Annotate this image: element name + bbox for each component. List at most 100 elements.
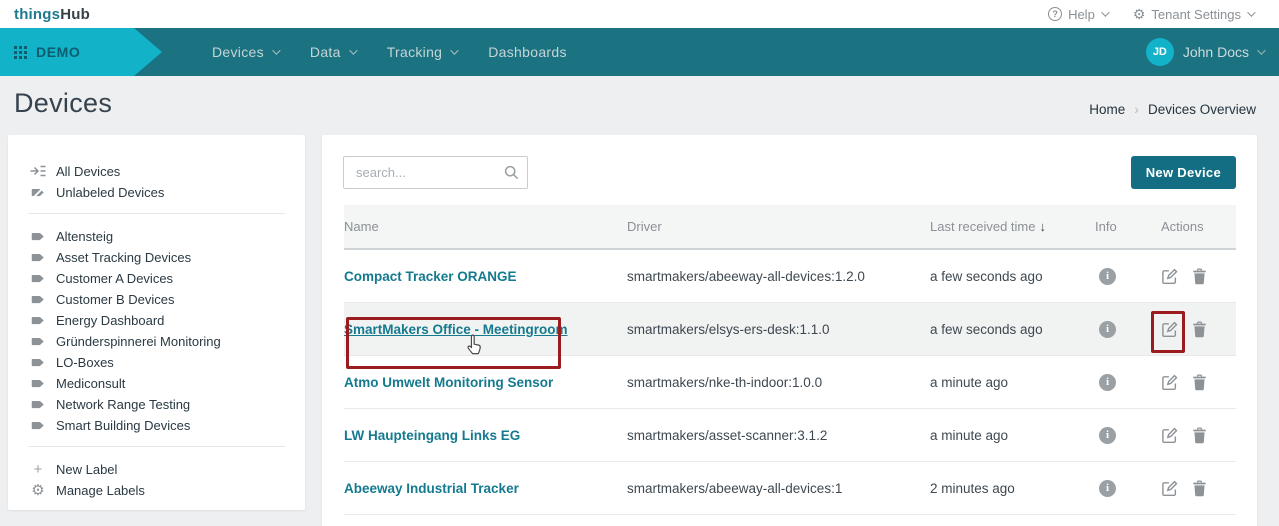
sidebar-label-item[interactable]: Smart Building Devices — [30, 415, 285, 435]
device-driver: smartmakers/elsys-ers-desk:1.1.0 — [627, 322, 930, 337]
logo-hub: Hub — [60, 6, 90, 23]
tag-icon — [30, 376, 46, 391]
sidebar-label-item[interactable]: Energy Dashboard — [30, 310, 285, 330]
edit-icon[interactable] — [1161, 268, 1178, 285]
info-icon[interactable]: i — [1099, 321, 1116, 338]
device-last-received: a few seconds ago — [930, 269, 1095, 284]
devices-panel: New Device Name Driver Last received tim… — [322, 135, 1257, 526]
col-header-driver[interactable]: Driver — [627, 219, 930, 234]
label-name: Asset Tracking Devices — [56, 250, 191, 265]
nav-tracking-label: Tracking — [387, 44, 443, 60]
help-menu[interactable]: ? Help — [1048, 7, 1107, 22]
sidebar-label-item[interactable]: Network Range Testing — [30, 394, 285, 414]
delete-icon[interactable] — [1192, 321, 1207, 338]
sidebar-label-item[interactable]: Altensteig — [30, 226, 285, 246]
delete-icon[interactable] — [1192, 480, 1207, 497]
info-icon[interactable]: i — [1099, 374, 1116, 391]
tag-icon — [30, 355, 46, 370]
sidebar-label-item[interactable]: LO-Boxes — [30, 352, 285, 372]
devices-table: Name Driver Last received time↓ Info Act… — [344, 205, 1236, 515]
manage-labels-button[interactable]: ⚙ Manage Labels — [30, 480, 285, 500]
device-name-link[interactable]: Abeeway Industrial Tracker — [344, 481, 519, 496]
label-name: Customer B Devices — [56, 292, 174, 307]
chevron-down-icon — [450, 46, 458, 54]
grid-icon — [14, 46, 27, 59]
edit-icon[interactable] — [1161, 480, 1178, 497]
sidebar-divider — [28, 213, 285, 214]
sidebar-label-item[interactable]: Gründerspinnerei Monitoring — [30, 331, 285, 351]
sidebar-divider — [28, 446, 285, 447]
info-icon[interactable]: i — [1099, 480, 1116, 497]
chevron-down-icon — [349, 46, 357, 54]
info-icon[interactable]: i — [1099, 268, 1116, 285]
help-icon: ? — [1048, 7, 1062, 21]
breadcrumb-separator: › — [1134, 101, 1139, 117]
edit-icon[interactable] — [1161, 374, 1178, 391]
tenant-settings-menu[interactable]: ⚙ Tenant Settings — [1133, 7, 1253, 22]
tag-icon — [30, 229, 46, 244]
search-input[interactable] — [343, 156, 528, 189]
info-icon[interactable]: i — [1099, 427, 1116, 444]
plus-icon: + — [30, 462, 46, 477]
logo-things: things — [14, 6, 60, 23]
col-header-last-received[interactable]: Last received time↓ — [930, 219, 1095, 234]
sidebar-label-item[interactable]: Mediconsult — [30, 373, 285, 393]
device-name-link[interactable]: SmartMakers Office - Meetingroom — [344, 322, 568, 337]
sidebar-label-item[interactable]: Customer A Devices — [30, 268, 285, 288]
table-row-highlighted: SmartMakers Office - Meetingroom smartma… — [344, 303, 1236, 356]
label-name: Mediconsult — [56, 376, 125, 391]
nav-devices[interactable]: Devices — [196, 28, 294, 76]
tenant-switcher[interactable]: DEMO — [0, 28, 162, 76]
col-header-name[interactable]: Name — [344, 219, 627, 234]
breadcrumb-current: Devices Overview — [1148, 102, 1256, 117]
table-row: LW Haupteingang Links EG smartmakers/ass… — [344, 409, 1236, 462]
unlabeled-tag-icon — [30, 185, 46, 200]
device-name-link[interactable]: Atmo Umwelt Monitoring Sensor — [344, 375, 553, 390]
label-name: Gründerspinnerei Monitoring — [56, 334, 221, 349]
search-icon — [504, 165, 519, 185]
label-name: Smart Building Devices — [56, 418, 190, 433]
nav-dashboards[interactable]: Dashboards — [472, 28, 583, 76]
edit-icon[interactable] — [1161, 321, 1178, 338]
sidebar-item-unlabeled-devices[interactable]: Unlabeled Devices — [30, 182, 285, 202]
tenant-name: DEMO — [36, 44, 80, 60]
table-row: Compact Tracker ORANGE smartmakers/abeew… — [344, 250, 1236, 303]
nav-data[interactable]: Data — [294, 28, 371, 76]
breadcrumb-home[interactable]: Home — [1089, 102, 1125, 117]
chevron-down-icon — [272, 46, 280, 54]
table-row: Atmo Umwelt Monitoring Sensor smartmaker… — [344, 356, 1236, 409]
labels-sidebar: All Devices Unlabeled Devices Altensteig… — [8, 135, 305, 510]
chevron-down-icon — [1247, 8, 1255, 16]
tag-icon — [30, 271, 46, 286]
delete-icon[interactable] — [1192, 374, 1207, 391]
tag-icon — [30, 313, 46, 328]
manage-labels-text: Manage Labels — [56, 483, 145, 498]
sidebar-label-item[interactable]: Asset Tracking Devices — [30, 247, 285, 267]
label-name: Network Range Testing — [56, 397, 190, 412]
new-label-text: New Label — [56, 462, 117, 477]
label-name: LO-Boxes — [56, 355, 114, 370]
tag-icon — [30, 292, 46, 307]
delete-icon[interactable] — [1192, 427, 1207, 444]
device-driver: smartmakers/abeeway-all-devices:1.2.0 — [627, 269, 930, 284]
gear-icon: ⚙ — [30, 483, 46, 498]
new-device-button[interactable]: New Device — [1131, 156, 1236, 189]
tag-icon — [30, 397, 46, 412]
col-header-info: Info — [1095, 219, 1161, 234]
table-header-row: Name Driver Last received time↓ Info Act… — [344, 205, 1236, 250]
arrow-list-icon — [30, 164, 46, 178]
device-name-link[interactable]: LW Haupteingang Links EG — [344, 428, 520, 443]
sidebar-item-all-devices[interactable]: All Devices — [30, 161, 285, 181]
chevron-down-icon — [1101, 8, 1109, 16]
delete-icon[interactable] — [1192, 268, 1207, 285]
sidebar-item-label: Unlabeled Devices — [56, 185, 164, 200]
user-menu[interactable]: JD John Docs — [1146, 28, 1263, 76]
nav-tracking[interactable]: Tracking — [371, 28, 473, 76]
new-label-button[interactable]: + New Label — [30, 459, 285, 479]
device-last-received: a minute ago — [930, 375, 1095, 390]
sidebar-label-item[interactable]: Customer B Devices — [30, 289, 285, 309]
device-last-received: a minute ago — [930, 428, 1095, 443]
nav-data-label: Data — [310, 44, 341, 60]
edit-icon[interactable] — [1161, 427, 1178, 444]
device-name-link[interactable]: Compact Tracker ORANGE — [344, 269, 517, 284]
